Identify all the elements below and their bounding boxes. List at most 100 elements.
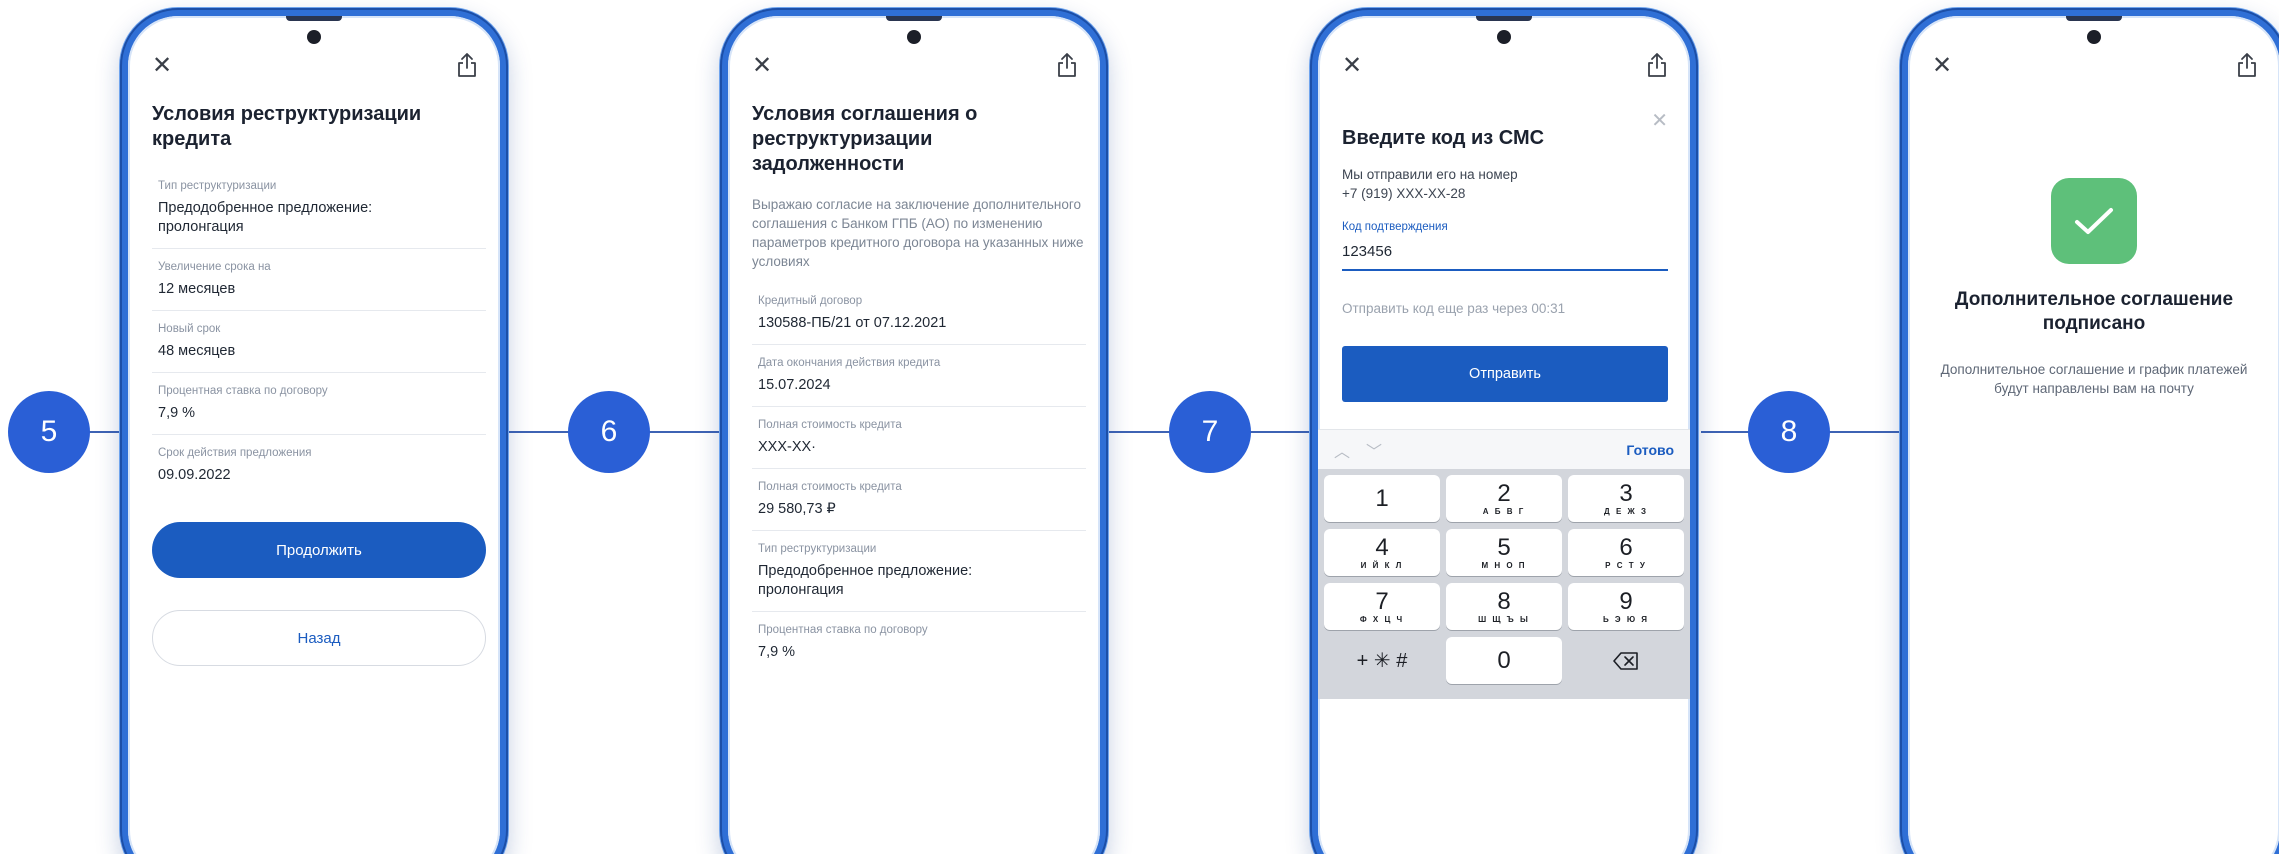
field-label: Полная стоимость кредита	[758, 481, 902, 493]
page-title: Введите код из СМС	[1342, 127, 1545, 149]
key-8[interactable]: 8 Ш Щ Ъ Ы	[1446, 583, 1562, 630]
field-label: Полная стоимость кредита	[758, 419, 902, 431]
key-digit: 0	[1497, 646, 1511, 674]
field-label: Дата окончания действия кредита	[758, 357, 941, 369]
field-value: 09.09.2022	[158, 467, 231, 483]
success-title: Дополнительное соглашение подписано	[1954, 289, 2234, 334]
field-value: 7,9 %	[158, 405, 196, 421]
terms-list: Тип реструктуризации Предодобренное пред…	[152, 168, 486, 496]
field-restructuring-type: Тип реструктуризации Предодобренное пред…	[752, 531, 1086, 612]
backspace-icon	[1613, 651, 1638, 670]
backspace-key[interactable]	[1568, 637, 1684, 684]
field-label: Новый срок	[158, 323, 221, 335]
field-value: 12 месяцев	[158, 281, 236, 297]
numeric-keypad: 1 2 А Б В Г 3 Д Е Ж З 4 И Й К Л 5 М Н О …	[1318, 469, 1690, 699]
success-badge	[2051, 178, 2137, 264]
sms-subtitle-line: Мы отправили его на номер	[1342, 167, 1518, 182]
phone-display: ✕ ✕ Введите код из СМС Мы отправили его …	[1318, 16, 1690, 854]
key-digit: 1	[1375, 484, 1389, 512]
phone-display: ✕ Условия реструктуризации кредита Тип р…	[128, 16, 500, 854]
field-label: Процентная ставка по договору	[758, 624, 928, 636]
share-icon[interactable]	[1056, 52, 1078, 78]
phone-camera	[907, 30, 921, 44]
sms-panel: Введите код из СМС Мы отправили его на н…	[1342, 126, 1668, 402]
page-title: Условия реструктуризации кредита	[152, 103, 422, 150]
share-icon[interactable]	[2236, 52, 2258, 78]
keyboard-done-button[interactable]: Готово	[1626, 442, 1674, 458]
phone-display: ✕ Дополнительное соглашение подписано До…	[1908, 16, 2279, 854]
step-number-5: 5	[8, 391, 90, 473]
step-number-8: 8	[1748, 391, 1830, 473]
key-digit: 9	[1619, 587, 1633, 615]
chevron-down-icon[interactable]: ﹀	[1366, 438, 1382, 462]
key-3[interactable]: 3 Д Е Ж З	[1568, 475, 1684, 522]
field-label: Срок действия предложения	[158, 447, 312, 459]
field-label: Процентная ставка по договору	[158, 385, 328, 397]
key-letters: Д Е Ж З	[1604, 506, 1648, 516]
share-icon[interactable]	[1646, 52, 1668, 78]
key-6[interactable]: 6 Р С Т У	[1568, 529, 1684, 576]
key-9[interactable]: 9 Ь Э Ю Я	[1568, 583, 1684, 630]
key-digit: 2	[1497, 479, 1511, 507]
key-5[interactable]: 5 М Н О П	[1446, 529, 1562, 576]
field-value: XXX-XX·	[758, 439, 817, 455]
field-value: Предодобренное предложение: пролонгация	[758, 563, 973, 598]
field-end-date: Дата окончания действия кредита 15.07.20…	[752, 345, 1086, 407]
terms-panel: Условия реструктуризации кредита Тип рес…	[152, 102, 486, 666]
key-digit: 8	[1497, 587, 1511, 615]
field-label: Увеличение срока на	[158, 261, 271, 273]
keyboard-toolbar: ︿ ﹀ Готово	[1318, 429, 1690, 469]
key-digit: 7	[1375, 587, 1389, 615]
key-letters: А Б В Г	[1482, 506, 1526, 516]
agreement-list: Кредитный договор 130588-ПБ/21 от 07.12.…	[752, 283, 1086, 673]
phone-speaker	[886, 16, 942, 21]
close-icon[interactable]: ✕	[1932, 54, 1952, 78]
code-field	[1342, 243, 1668, 271]
key-digit: 5	[1497, 533, 1511, 561]
field-new-term: Новый срок 48 месяцев	[152, 311, 486, 373]
phone-screen-agreement-terms: ✕ Условия соглашения о реструктуризации …	[720, 8, 1108, 854]
code-input[interactable]	[1342, 243, 1668, 260]
phone-speaker	[286, 16, 342, 21]
phone-screen-success: ✕ Дополнительное соглашение подписано До…	[1900, 8, 2279, 854]
key-4[interactable]: 4 И Й К Л	[1324, 529, 1440, 576]
continue-button[interactable]: Продолжить	[152, 522, 486, 578]
phone-speaker	[1476, 16, 1532, 21]
field-label: Кредитный договор	[758, 295, 863, 307]
step-number-7: 7	[1169, 391, 1251, 473]
share-icon[interactable]	[456, 52, 478, 78]
close-icon[interactable]: ✕	[1342, 54, 1362, 78]
close-icon[interactable]: ✕	[152, 54, 172, 78]
key-letters: М Н О П	[1481, 560, 1527, 570]
step-number-6: 6	[568, 391, 650, 473]
field-value: 29 580,73 ₽	[758, 501, 836, 517]
field-full-cost-percent: Полная стоимость кредита XXX-XX·	[752, 407, 1086, 469]
submit-button[interactable]: Отправить	[1342, 346, 1668, 402]
back-button[interactable]: Назад	[152, 610, 486, 666]
key-letters: Р С Т У	[1605, 560, 1647, 570]
key-0[interactable]: 0	[1446, 637, 1562, 684]
field-label: Тип реструктуризации	[758, 543, 877, 555]
field-value: 15.07.2024	[758, 377, 831, 393]
phone-screen-sms-code: ✕ ✕ Введите код из СМС Мы отправили его …	[1310, 8, 1698, 854]
key-letters: Ш Щ Ъ Ы	[1478, 614, 1530, 624]
key-digit: 3	[1619, 479, 1633, 507]
key-symbols-label: + ✳ #	[1356, 650, 1408, 672]
field-credit-agreement: Кредитный договор 130588-ПБ/21 от 07.12.…	[752, 283, 1086, 345]
field-term-increase: Увеличение срока на 12 месяцев	[152, 249, 486, 311]
key-letters: И Й К Л	[1360, 560, 1404, 570]
field-value: Предодобренное предложение: пролонгация	[158, 200, 373, 235]
key-2[interactable]: 2 А Б В Г	[1446, 475, 1562, 522]
key-1[interactable]: 1	[1324, 475, 1440, 522]
key-symbols[interactable]: + ✳ #	[1324, 637, 1440, 684]
chevron-up-icon[interactable]: ︿	[1334, 438, 1350, 462]
code-label: Код подтверждения	[1342, 221, 1448, 233]
key-7[interactable]: 7 Ф Х Ц Ч	[1324, 583, 1440, 630]
field-value: 130588-ПБ/21 от 07.12.2021	[758, 315, 947, 331]
field-interest-rate: Процентная ставка по договору 7,9 %	[752, 612, 1086, 673]
phone-camera	[1497, 30, 1511, 44]
resend-timer: Отправить код еще раз через 00:31	[1342, 301, 1566, 316]
phone-camera	[307, 30, 321, 44]
key-digit: 6	[1619, 533, 1633, 561]
close-icon[interactable]: ✕	[752, 54, 772, 78]
